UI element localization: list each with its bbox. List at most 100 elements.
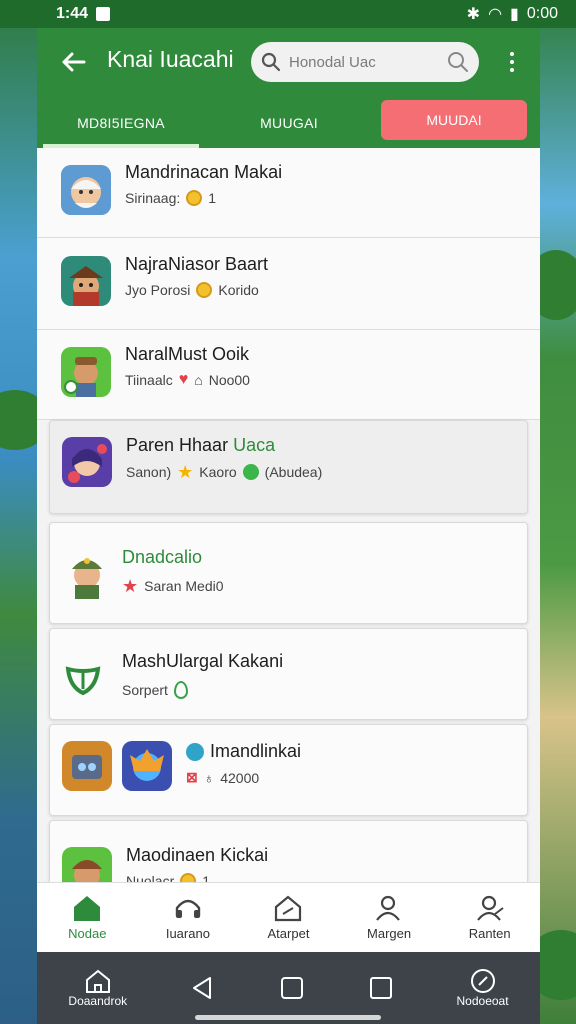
system-recents-button[interactable] (279, 975, 305, 1001)
robot-avatar-icon (62, 741, 112, 791)
app-title: Knai Iuacahi (107, 46, 234, 72)
signal-icon: ▮ (510, 6, 519, 23)
tab-bar: MD8I5IEGNA MUUGAI MUUDAI (37, 98, 540, 148)
search-icon (261, 52, 281, 72)
bluetooth-icon: ✱ (466, 6, 481, 23)
list-item[interactable]: MashUlargal Kakani Sorpert (49, 628, 528, 720)
item-count: 1 (208, 190, 217, 206)
item-sub-text: Sirinaag: (125, 190, 181, 206)
list-item[interactable]: Imandlinkai ⊠ ♁ 42000 (49, 724, 528, 816)
leaf-logo-icon (58, 651, 108, 701)
item-subtitle: Tiinaalc ♥ ⌂ Noo00 (125, 371, 250, 389)
item-title: Maodinaen Kickai (126, 845, 269, 865)
item-extra-2: (Abudea) (264, 464, 323, 480)
back-triangle-icon (192, 977, 211, 999)
star-icon: ★ (122, 576, 139, 596)
list-item[interactable]: Dnadcalio ★ Saran Medi0 (49, 522, 528, 624)
item-subtitle: Sorpert (122, 681, 188, 699)
list-item[interactable]: Maodinaen Kickai Nuolacr 1 (49, 820, 528, 882)
system-left-label: Doaandrok (68, 994, 128, 1008)
home-outline-icon (85, 969, 110, 993)
house-icon (275, 895, 302, 922)
nav-item-third[interactable]: Atarpet (238, 883, 339, 952)
list-item[interactable]: NajraNiasor Baart Jyo Porosi Korido (37, 238, 540, 330)
system-assistant-button[interactable]: Nodoeoat (457, 968, 509, 1008)
item-count: 1 (202, 873, 211, 882)
item-sub-text: Sorpert (122, 682, 168, 698)
item-title-highlight: Uaca (233, 435, 276, 455)
nav-label: Ranten (468, 926, 511, 941)
tab-first[interactable]: MD8I5IEGNA (37, 98, 205, 148)
search-input[interactable]: Honodal Uac (251, 42, 479, 82)
hunter-avatar-icon (62, 847, 112, 882)
nav-label: Atarpet (267, 926, 310, 941)
item-subtitle: Sirinaag: 1 (125, 190, 216, 206)
system-square-button[interactable] (368, 975, 394, 1001)
back-arrow-icon (62, 52, 86, 72)
item-subtitle: Jyo Porosi Korido (125, 282, 259, 298)
miner-avatar-icon (61, 347, 111, 397)
gem-icon (242, 464, 259, 480)
nav-item-home[interactable]: Nodae (37, 883, 138, 952)
leaf-icon (173, 681, 188, 699)
item-sub-text: Nuolacr (126, 873, 175, 882)
item-sub-text: Tiinaalc (125, 372, 173, 388)
wifi-icon: ◠ (488, 6, 503, 23)
user-edit-icon (476, 895, 504, 921)
item-subtitle: Nuolacr 1 (126, 873, 210, 882)
item-extra: 42000 (220, 769, 260, 786)
game-background-right (536, 0, 576, 1024)
system-navigation-bar: Doaandrok Nodoeoat (37, 952, 540, 1024)
item-sub-text: Saran Medi0 (144, 578, 224, 594)
nav-item-fourth[interactable]: Margen (339, 883, 440, 952)
nav-label: Nodae (68, 926, 107, 941)
square-icon (280, 977, 303, 999)
item-title: Mandrinacan Makai (125, 162, 283, 182)
list-item[interactable]: NaralMust Ooik Tiinaalc ♥ ⌂ Noo00 (37, 330, 540, 420)
item-title: MashUlargal Kakani (122, 651, 284, 671)
item-title: Imandlinkai (186, 741, 301, 762)
pin-icon: ♁ (203, 769, 215, 786)
tab-third-pill[interactable]: MUUDAI (381, 100, 527, 140)
list-item[interactable]: Mandrinacan Makai Sirinaag: 1 (37, 148, 540, 238)
heart-icon: ♥ (178, 371, 189, 388)
status-bar: 1:44 ✱ ◠ ▮ 0:00 (0, 0, 576, 28)
item-sub-text: Jyo Porosi (125, 282, 191, 298)
item-sub-text: Sanon) (126, 464, 172, 480)
coin-icon (186, 190, 203, 206)
list-item-selected[interactable]: Paren Hhaar Uaca Sanon) ★ Kaoro (Abudea) (49, 420, 528, 514)
item-title-text: Paren Hhaar (126, 435, 229, 455)
item-title: NaralMust Ooik (125, 344, 250, 364)
game-list: Mandrinacan Makai Sirinaag: 1 NajraNiaso… (37, 148, 540, 882)
item-title-text: Imandlinkai (210, 741, 302, 761)
smiley-coin-icon (196, 282, 213, 298)
home-indicator[interactable] (195, 1015, 381, 1020)
more-options-button[interactable] (500, 48, 524, 76)
item-extra: Korido (218, 282, 259, 298)
system-home-button[interactable]: Doaandrok (68, 968, 127, 1008)
girl-avatar-icon (62, 437, 112, 487)
hero-avatar-icon (122, 741, 172, 791)
home-icon (74, 896, 101, 921)
item-title: Dnadcalio (122, 547, 203, 567)
item-extra: Kaoro (199, 464, 237, 480)
nav-label: Iuarano (165, 926, 210, 941)
close-box-icon: ⊠ (186, 769, 198, 785)
coin-icon (180, 873, 197, 882)
item-extra: Noo00 (208, 372, 250, 388)
nav-label: Margen (367, 926, 412, 941)
search-placeholder: Honodal Uac (289, 53, 376, 71)
back-button[interactable] (55, 44, 91, 80)
tab-second[interactable]: MUUGAI (205, 98, 373, 148)
nav-item-fifth[interactable]: Ranten (439, 883, 540, 952)
search-icon (448, 52, 468, 72)
item-subtitle: ★ Saran Medi0 (122, 577, 224, 595)
nav-item-second[interactable]: Iuarano (138, 883, 239, 952)
system-right-label: Nodoeoat (456, 994, 509, 1008)
tab-label: MUUGAI (260, 115, 318, 131)
system-back-button[interactable] (190, 975, 216, 1001)
soldier-avatar-icon (62, 549, 112, 599)
status-time: 1:44 (56, 5, 89, 22)
item-title: Paren Hhaar Uaca (126, 435, 275, 456)
user-icon (376, 895, 400, 921)
